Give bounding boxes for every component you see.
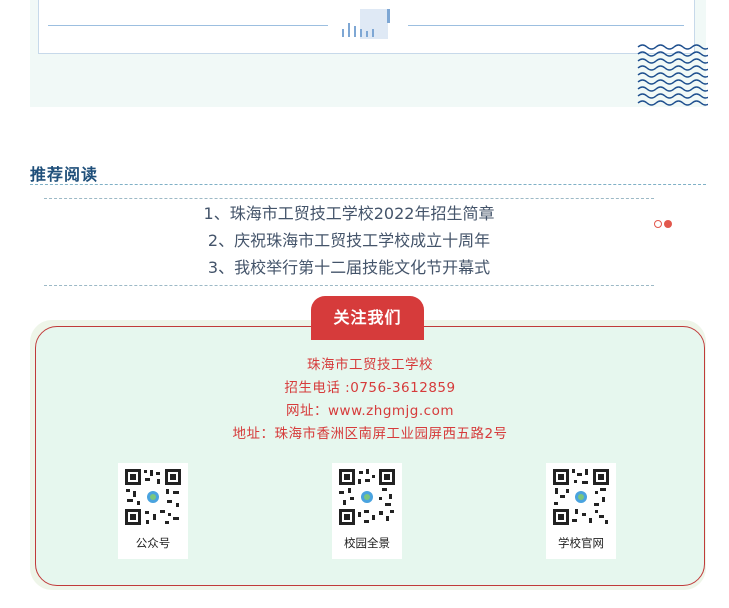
school-address: 地址：珠海市香洲区南屏工业园屏西五路2号	[232, 426, 508, 442]
school-website[interactable]: 网址：www.zhgmjg.com	[35, 399, 705, 419]
recommend-link-3[interactable]: 3、我校举行第十二届技能文化节开幕式	[44, 254, 654, 281]
qr-label-official-site: 学校官网	[558, 536, 604, 550]
qr-card-official-site[interactable]: 学校官网	[546, 463, 616, 559]
recommend-link-1[interactable]: 1、珠海市工贸技工学校2022年招生简章	[44, 200, 654, 227]
divider-line-left	[48, 25, 328, 26]
qr-code-icon	[551, 467, 611, 527]
recommend-link-2[interactable]: 2、庆祝珠海市工贸技工学校成立十周年	[44, 227, 654, 254]
recommend-list: 1、珠海市工贸技工学校2022年招生简章 2、庆祝珠海市工贸技工学校成立十周年 …	[44, 200, 654, 281]
carousel-dot-icon[interactable]	[654, 220, 662, 228]
bar-chart-icon	[342, 9, 390, 39]
school-name: 珠海市工贸技工学校	[307, 357, 433, 373]
carousel-dots[interactable]	[654, 219, 676, 229]
qr-code-icon	[337, 467, 397, 527]
divider-line-right	[408, 25, 684, 26]
recommend-underline	[30, 184, 706, 185]
recommend-separator-top	[44, 198, 654, 199]
follow-us-tab: 关注我们	[311, 296, 424, 340]
qr-card-wechat[interactable]: 公众号	[118, 463, 188, 559]
qr-label-wechat: 公众号	[135, 536, 171, 550]
qr-card-campus-panorama[interactable]: 校园全景	[332, 463, 402, 559]
recommend-title: 推荐阅读	[30, 165, 99, 184]
recommend-separator-bottom	[44, 285, 654, 286]
admission-phone: 招生电话 :0756-3612859	[284, 380, 456, 396]
qr-label-campus-panorama: 校园全景	[344, 536, 390, 550]
carousel-dot-active-icon[interactable]	[664, 220, 672, 228]
wave-pattern-icon	[637, 44, 708, 106]
qr-code-icon	[123, 467, 183, 527]
